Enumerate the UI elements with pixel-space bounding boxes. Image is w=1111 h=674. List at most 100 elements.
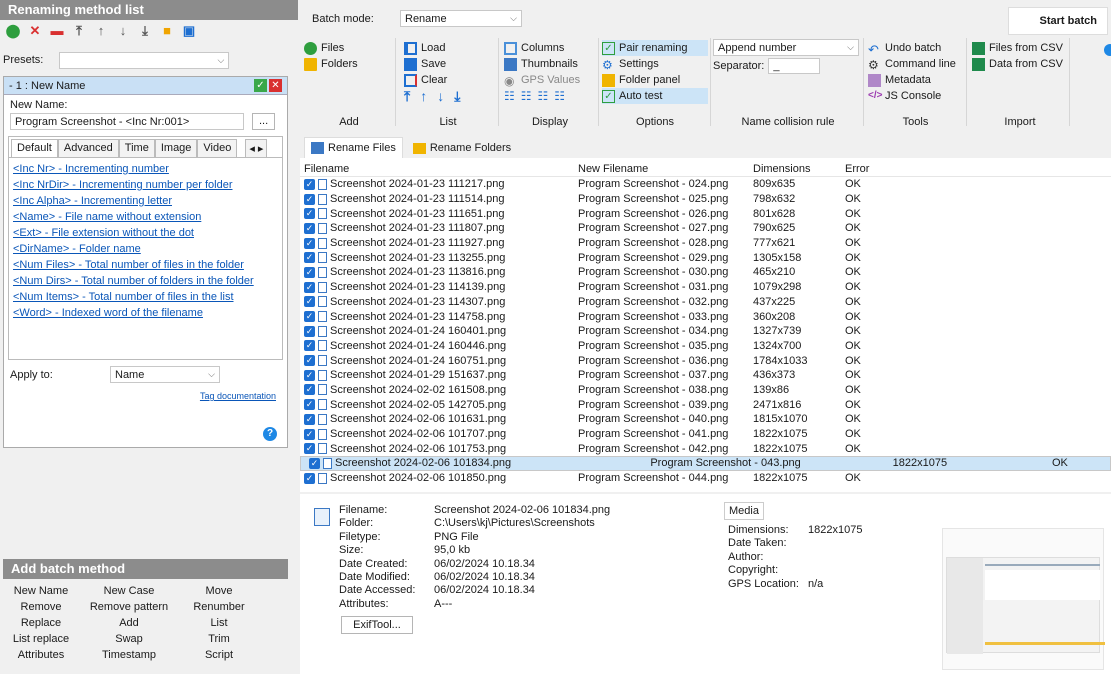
add-batch-item[interactable]: New Case [79,585,179,597]
row-checkbox[interactable]: ✓ [304,399,315,411]
auto-test-toggle[interactable]: ✓ Auto test [602,88,708,104]
separator-input[interactable]: _ [768,58,821,74]
exiftool-button[interactable]: ExifTool... [341,616,413,634]
tag-link[interactable]: <Word> - Indexed word of the filename [13,305,278,321]
add-batch-item[interactable]: Trim [179,633,259,645]
tag-link[interactable]: <Num Files> - Total number of files in t… [13,257,278,273]
method-header[interactable]: - 1 : New Name ✓ ✕ [4,77,287,95]
metadata-button[interactable]: Metadata [868,72,963,88]
add-batch-item[interactable]: Swap [79,633,179,645]
move-bottom-icon[interactable]: ⤓ [454,88,460,105]
row-checkbox[interactable]: ✓ [304,208,315,220]
start-batch-button[interactable]: Start batch [1008,7,1108,35]
apply-to-dropdown[interactable]: Name ⌵ [110,366,220,383]
col-error[interactable]: Error [839,163,899,175]
move-down-icon[interactable]: ↓ [437,88,444,104]
delete-method-icon[interactable]: ✕ [28,23,42,37]
add-batch-item[interactable]: Replace [3,617,79,629]
table-row[interactable]: ✓ Screenshot 2024-01-23 113816.png Program… [300,265,1111,280]
tab-rename-files[interactable]: Rename Files [304,137,403,158]
table-row[interactable]: ✓ Screenshot 2024-01-29 151637.png Program… [300,368,1111,383]
add-batch-item[interactable]: Renumber [179,601,259,613]
table-row[interactable]: ✓ Screenshot 2024-01-23 111514.png Program… [300,192,1111,207]
tab-rename-folders[interactable]: Rename Folders [407,138,517,158]
table-row[interactable]: ✓ Screenshot 2024-01-23 111927.png Program… [300,236,1111,251]
move-down-icon[interactable]: ↓ [116,23,130,37]
columns-button[interactable]: Columns [504,40,596,56]
save-disk-icon[interactable]: ▣ [182,23,196,37]
row-checkbox[interactable]: ✓ [304,443,315,455]
tab-video[interactable]: Video [197,139,238,157]
tag-link[interactable]: <DirName> - Folder name [13,241,278,257]
row-checkbox[interactable]: ✓ [304,311,315,323]
add-batch-item[interactable]: Remove pattern [79,601,179,613]
move-bottom-icon[interactable]: ⤓ [138,23,152,37]
gps-values-button[interactable]: ◉ GPS Values [504,72,596,88]
add-folders-button[interactable]: Folders [304,56,394,72]
table-row[interactable]: ✓ Screenshot 2024-02-06 101631.png Program… [300,412,1111,427]
view-grid-icon[interactable]: ☷ [521,89,532,103]
view-tiles-icon[interactable]: ☷ [538,89,549,103]
row-checkbox[interactable]: ✓ [304,193,315,205]
table-row[interactable]: ✓ Screenshot 2024-02-05 142705.png Program… [300,397,1111,412]
add-batch-item[interactable]: New Name [3,585,79,597]
tag-link[interactable]: <Num Items> - Total number of files in t… [13,289,278,305]
save-list-button[interactable]: Save [404,56,492,72]
tag-link[interactable]: <Name> - File name without extension [13,209,278,225]
add-batch-item[interactable]: Script [179,649,259,661]
tab-default[interactable]: Default [11,139,58,157]
row-checkbox[interactable]: ✓ [304,428,315,440]
enable-method-checkbox[interactable]: ✓ [254,79,267,92]
row-checkbox[interactable]: ✓ [304,384,315,396]
table-row[interactable]: ✓ Screenshot 2024-01-23 111217.png Program… [300,177,1111,192]
tab-advanced[interactable]: Advanced [57,139,119,157]
row-checkbox[interactable]: ✓ [304,222,315,234]
table-row[interactable]: ✓ Screenshot 2024-01-24 160751.png Program… [300,353,1111,368]
add-batch-item[interactable]: Add [79,617,179,629]
help-icon[interactable]: ? [263,427,277,441]
batch-mode-dropdown[interactable]: Rename ⌵ [400,10,522,27]
table-row[interactable]: ✓ Screenshot 2024-01-23 111807.png Program… [300,221,1111,236]
pair-renaming-toggle[interactable]: ✓ Pair renaming [602,40,708,56]
tag-link[interactable]: <Inc NrDir> - Incrementing number per fo… [13,177,278,193]
row-checkbox[interactable]: ✓ [304,266,315,278]
tag-link[interactable]: <Inc Nr> - Incrementing number [13,161,278,177]
row-checkbox[interactable]: ✓ [304,178,315,190]
row-checkbox[interactable]: ✓ [304,340,315,352]
move-up-icon[interactable]: ↑ [94,23,108,37]
tab-media[interactable]: Media [724,502,764,520]
col-filename[interactable]: Filename [300,163,572,175]
tab-time[interactable]: Time [118,139,155,157]
add-batch-item[interactable]: List replace [3,633,79,645]
table-row[interactable]: ✓ Screenshot 2024-01-23 114758.png Program… [300,309,1111,324]
table-row[interactable]: ✓ Screenshot 2024-01-24 160446.png Program… [300,339,1111,354]
command-line-button[interactable]: ⚙ Command line [868,56,963,72]
tab-image[interactable]: Image [154,139,198,157]
help-icon[interactable] [1104,44,1111,56]
add-files-button[interactable]: Files [304,40,394,56]
row-checkbox[interactable]: ✓ [304,472,315,484]
move-up-icon[interactable]: ↑ [420,88,427,104]
row-checkbox[interactable]: ✓ [304,237,315,249]
open-folder-icon[interactable]: ■ [160,23,174,37]
tab-scroll-arrows[interactable]: ◂ ▸ [245,139,268,157]
table-row[interactable]: ✓ Screenshot 2024-02-06 101753.png Program… [300,441,1111,456]
add-batch-item[interactable]: Timestamp [79,649,179,661]
files-from-csv-button[interactable]: Files from CSV [972,40,1068,56]
move-top-icon[interactable]: ⤒ [404,88,410,105]
js-console-button[interactable]: </> JS Console [868,88,963,104]
row-checkbox[interactable]: ✓ [309,457,320,469]
table-row[interactable]: ✓ Screenshot 2024-02-06 101850.png Program… [300,471,1111,486]
table-row[interactable]: ✓ Screenshot 2024-02-02 161508.png Program… [300,383,1111,398]
row-checkbox[interactable]: ✓ [304,252,315,264]
add-method-icon[interactable]: ⬤ [6,23,21,37]
thumbnails-button[interactable]: Thumbnails [504,56,596,72]
table-row[interactable]: ✓ Screenshot 2024-01-24 160401.png Program… [300,324,1111,339]
view-details-icon[interactable]: ☷ [554,89,565,103]
col-dimensions[interactable]: Dimensions [747,163,839,175]
col-new-filename[interactable]: New Filename [572,163,747,175]
tag-link[interactable]: <Num Dirs> - Total number of folders in … [13,273,278,289]
add-batch-item[interactable]: Remove [3,601,79,613]
row-checkbox[interactable]: ✓ [304,413,315,425]
clear-list-button[interactable]: Clear [404,72,492,88]
